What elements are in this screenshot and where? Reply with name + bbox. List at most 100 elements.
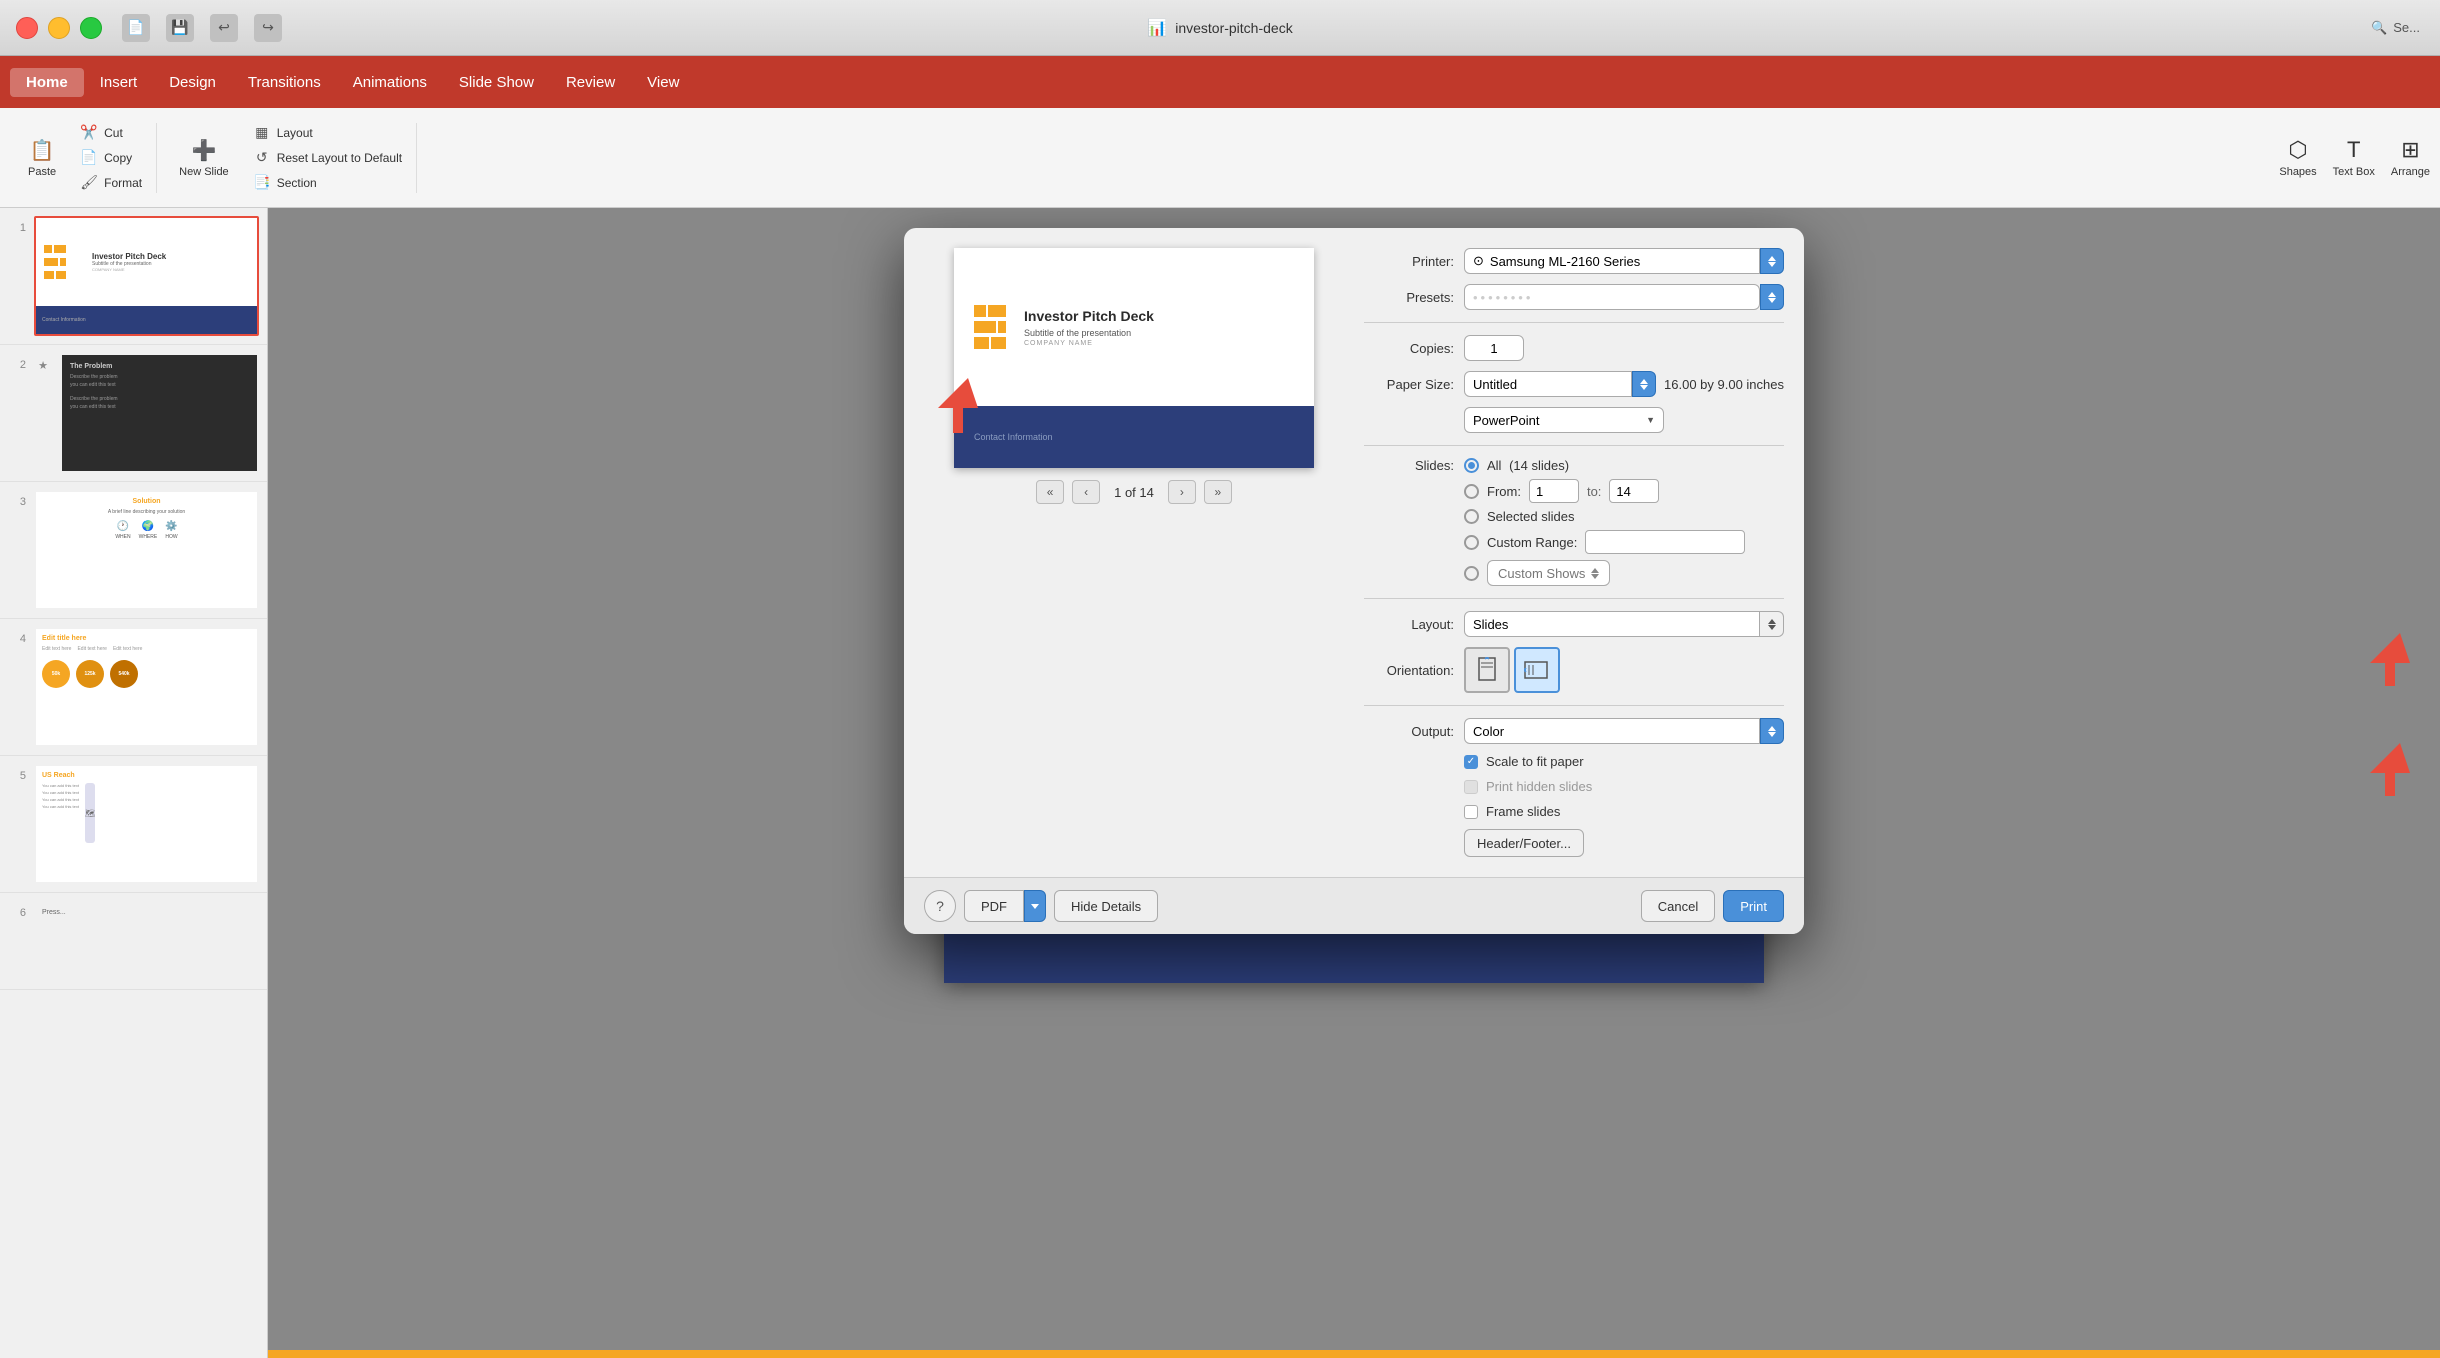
scale-checkbox[interactable] xyxy=(1464,755,1478,769)
slide-thumb-2[interactable]: The Problem Describe the problem you can… xyxy=(60,353,259,473)
custom-shows-button[interactable]: Custom Shows xyxy=(1487,560,1610,586)
menu-view[interactable]: View xyxy=(631,68,695,97)
help-button[interactable]: ? xyxy=(924,890,956,922)
pdf-arrow-button[interactable] xyxy=(1024,890,1046,922)
slides-all-radio[interactable] xyxy=(1464,458,1479,473)
slide-item-6[interactable]: 6 Press... xyxy=(0,893,267,990)
dialog-preview-area: Investor Pitch Deck Subtitle of the pres… xyxy=(924,248,1344,857)
nav-last-button[interactable]: » xyxy=(1204,480,1232,504)
main-content: 1 xyxy=(0,208,2440,1358)
redo-icon[interactable]: ↪ xyxy=(254,14,282,42)
output-select[interactable]: Color xyxy=(1464,718,1784,744)
print-button[interactable]: Print xyxy=(1723,890,1784,922)
copy-button[interactable]: 📄 Copy xyxy=(74,146,148,169)
shapes-button[interactable]: ⬡ Shapes xyxy=(2279,137,2316,178)
document-icon[interactable]: 📄 xyxy=(122,14,150,42)
menu-animations[interactable]: Animations xyxy=(337,68,443,97)
new-slide-button[interactable]: ➕ New Slide xyxy=(169,132,239,184)
output-arrow[interactable] xyxy=(1760,718,1784,744)
nav-prev-button[interactable]: ‹ xyxy=(1072,480,1100,504)
preview-logo-blocks xyxy=(974,305,1006,349)
powerpoint-select[interactable]: PowerPoint ▼ xyxy=(1464,407,1664,433)
menu-transitions[interactable]: Transitions xyxy=(232,68,337,97)
menu-review[interactable]: Review xyxy=(550,68,631,97)
orientation-control xyxy=(1464,647,1784,693)
landscape-button[interactable] xyxy=(1514,647,1560,693)
pdf-button-group: PDF xyxy=(964,890,1046,922)
slides-from-radio[interactable] xyxy=(1464,484,1479,499)
paper-size-select[interactable]: Untitled xyxy=(1464,371,1656,397)
portrait-button[interactable] xyxy=(1464,647,1510,693)
search-label: Se... xyxy=(2393,20,2420,35)
slide-thumb-3[interactable]: Solution A brief line describing your so… xyxy=(34,490,259,610)
hide-details-button[interactable]: Hide Details xyxy=(1054,890,1158,922)
printer-arrow[interactable] xyxy=(1760,248,1784,274)
print-hidden-control: Print hidden slides xyxy=(1464,779,1784,794)
menu-slide-show[interactable]: Slide Show xyxy=(443,68,550,97)
menu-design[interactable]: Design xyxy=(153,68,232,97)
menu-home[interactable]: Home xyxy=(10,68,84,97)
layout-row: Layout: Slides xyxy=(1364,611,1784,637)
cut-icon: ✂️ xyxy=(80,124,98,141)
nav-first-button[interactable]: « xyxy=(1036,480,1064,504)
menu-insert[interactable]: Insert xyxy=(84,68,154,97)
format-button[interactable]: 🖌 Format xyxy=(74,171,148,194)
cancel-button[interactable]: Cancel xyxy=(1641,890,1715,922)
presets-arrow[interactable] xyxy=(1760,284,1784,310)
slides-custom-range-radio[interactable] xyxy=(1464,535,1479,550)
reset-icon: ↺ xyxy=(253,149,271,166)
slides-custom-range-input[interactable] xyxy=(1585,530,1745,554)
arrange-button[interactable]: ⊞ Arrange xyxy=(2391,137,2430,178)
slides-from-row: From: to: xyxy=(1364,479,1784,503)
undo-icon[interactable]: ↩ xyxy=(210,14,238,42)
output-label: Output: xyxy=(1364,724,1454,739)
paper-size-value: Untitled xyxy=(1464,371,1632,397)
layout-label: Layout: xyxy=(1364,617,1454,632)
slides-selected-radio[interactable] xyxy=(1464,509,1479,524)
powerpoint-row: PowerPoint ▼ xyxy=(1364,407,1784,433)
slide-item-3[interactable]: 3 Solution A brief line describing your … xyxy=(0,482,267,619)
orientation-row: Orientation: xyxy=(1364,647,1784,693)
paper-size-arrow[interactable] xyxy=(1632,371,1656,397)
nav-next-button[interactable]: › xyxy=(1168,480,1196,504)
copies-control xyxy=(1464,335,1784,361)
slides-from-input[interactable] xyxy=(1529,479,1579,503)
layout-arrow[interactable] xyxy=(1760,611,1784,637)
slide-thumb-6[interactable]: Press... xyxy=(34,901,259,981)
paste-button[interactable]: 📋 Paste xyxy=(18,132,66,184)
preview-main-title: Investor Pitch Deck xyxy=(1024,308,1154,324)
maximize-button[interactable] xyxy=(80,17,102,39)
header-footer-button[interactable]: Header/Footer... xyxy=(1464,829,1584,857)
close-button[interactable] xyxy=(16,17,38,39)
presets-select[interactable]: •••••••• xyxy=(1464,284,1784,310)
output-control: Color xyxy=(1464,718,1784,744)
save-icon[interactable]: 💾 xyxy=(166,14,194,42)
pdf-button[interactable]: PDF xyxy=(964,890,1024,922)
slide-thumb-4[interactable]: Edit title here Edit text hereEdit text … xyxy=(34,627,259,747)
printer-select[interactable]: ⊙ Samsung ML-2160 Series xyxy=(1464,248,1784,274)
section-button[interactable]: 📑 Section xyxy=(247,171,408,194)
copies-input[interactable] xyxy=(1464,335,1524,361)
layout-select[interactable]: Slides xyxy=(1464,611,1784,637)
text-box-button[interactable]: T Text Box xyxy=(2333,137,2375,178)
layout-button[interactable]: ▦ Layout xyxy=(247,121,408,144)
print-hidden-row: Print hidden slides xyxy=(1364,779,1784,794)
paste-label: Paste xyxy=(28,166,56,178)
paste-icon: 📋 xyxy=(30,138,55,163)
toolbar-group-paste: 📋 Paste ✂️ Cut 📄 Copy 🖌 Format xyxy=(10,123,157,193)
slide-number-2: 2 xyxy=(8,353,26,371)
frame-checkbox[interactable] xyxy=(1464,805,1478,819)
copies-label: Copies: xyxy=(1364,341,1454,356)
slide-item-1[interactable]: 1 xyxy=(0,208,267,345)
slide-item-4[interactable]: 4 Edit title here Edit text hereEdit tex… xyxy=(0,619,267,756)
titlebar-search[interactable]: 🔍 Se... xyxy=(2371,20,2420,36)
reset-layout-button[interactable]: ↺ Reset Layout to Default xyxy=(247,146,408,169)
slide-thumb-5[interactable]: US Reach You can add this text You can a… xyxy=(34,764,259,884)
slides-to-input[interactable] xyxy=(1609,479,1659,503)
cut-button[interactable]: ✂️ Cut xyxy=(74,121,148,144)
slides-custom-shows-radio[interactable] xyxy=(1464,566,1479,581)
slide-item-5[interactable]: 5 US Reach You can add this text You can… xyxy=(0,756,267,893)
minimize-button[interactable] xyxy=(48,17,70,39)
slide-thumb-1[interactable]: Investor Pitch Deck Subtitle of the pres… xyxy=(34,216,259,336)
slide-item-2[interactable]: 2 ★ The Problem Describe the problem you… xyxy=(0,345,267,482)
